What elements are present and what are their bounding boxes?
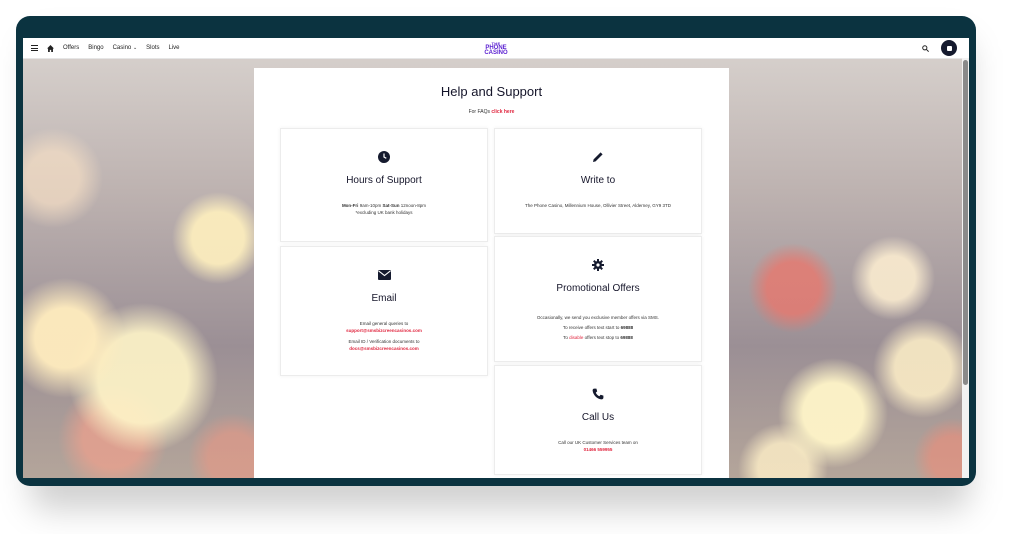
- faq-line: For FAQs click here: [254, 109, 729, 115]
- nav-item-offers[interactable]: Offers: [63, 45, 79, 51]
- card-body: The Phone Casino, Millennium House, Olli…: [525, 202, 671, 209]
- call-label: Call our UK Customer Services team on: [558, 440, 638, 445]
- hours-weekend-label: Sat-Sun: [382, 203, 400, 208]
- card-body: Email general queries to support@smsbizc…: [346, 320, 422, 352]
- card-email: Email Email general queries to support@s…: [280, 246, 488, 376]
- help-support-panel: Help and Support For FAQs click here Hou…: [254, 68, 729, 478]
- device-frame: Offers Bingo Casino ⌄ Slots Live THE PHO…: [16, 16, 976, 486]
- card-body: Occasionally, we send you exclusive memb…: [537, 314, 659, 341]
- promo-stop-text: offers text stop to: [584, 335, 620, 340]
- promo-start-text: To receive offers text start to: [562, 325, 620, 330]
- pencil-icon: [592, 151, 604, 163]
- logo-line3: CASINO: [484, 49, 508, 56]
- nav-right: [922, 38, 957, 58]
- card-hours-of-support: Hours of Support Mon-Fri 9am-10pm Sat-Su…: [280, 128, 488, 242]
- faq-link[interactable]: click here: [491, 109, 514, 115]
- hours-note: *excluding UK bank holidays: [355, 210, 413, 215]
- email-general-label: Email general queries to: [359, 321, 409, 326]
- search-icon[interactable]: [922, 44, 929, 52]
- promo-intro: Occasionally, we send you exclusive memb…: [536, 315, 660, 320]
- chevron-down-icon: ⌄: [132, 45, 138, 51]
- account-button[interactable]: [941, 40, 957, 56]
- nav-item-live[interactable]: Live: [169, 45, 180, 51]
- scrollbar[interactable]: [962, 58, 969, 478]
- card-title: Promotional Offers: [556, 283, 640, 294]
- card-body: Call our UK Customer Services team on 01…: [558, 439, 638, 453]
- hours-weekday-label: Mon-Fri: [341, 203, 359, 208]
- site-logo[interactable]: THE PHONE CASINO: [479, 39, 513, 57]
- card-write-to: Write to The Phone Casino, Millennium Ho…: [494, 128, 702, 234]
- faq-prefix: For FAQs: [468, 109, 490, 115]
- page-title: Help and Support: [440, 84, 543, 99]
- card-title: Call Us: [581, 412, 615, 423]
- email-docs-link[interactable]: docs@smsbizcreencasinos.com: [349, 346, 418, 351]
- promo-stop-prefix: To: [563, 335, 568, 340]
- email-docs-label: Email ID / Verification documents to: [348, 339, 420, 344]
- nav-left: Offers Bingo Casino ⌄ Slots Live: [31, 38, 180, 58]
- home-icon[interactable]: [47, 44, 54, 52]
- card-body: Mon-Fri 9am-10pm Sat-Sun 12noon-8pm *exc…: [342, 202, 426, 216]
- postal-address: The Phone Casino, Millennium House, Olli…: [525, 203, 671, 208]
- promo-disable-word: disable: [569, 335, 584, 340]
- phone-icon: [592, 388, 604, 400]
- promo-stop-number: 69888: [620, 335, 633, 340]
- card-title: Email: [371, 293, 397, 304]
- call-phone-link[interactable]: 01466 559955: [584, 447, 613, 452]
- hours-weekend-value: 12noon-8pm: [400, 203, 427, 208]
- gear-icon: [592, 259, 604, 271]
- nav-item-bingo[interactable]: Bingo: [88, 45, 103, 51]
- clock-icon: [378, 151, 390, 163]
- envelope-icon: [377, 269, 391, 281]
- card-call-us: Call Us Call our UK Customer Services te…: [494, 365, 702, 475]
- nav-item-casino-label: Casino: [112, 45, 132, 51]
- account-icon: [946, 45, 952, 51]
- email-support-link[interactable]: support@smsbizcreencasinos.com: [346, 328, 422, 333]
- card-promotional-offers: Promotional Offers Occasionally, we send…: [494, 236, 702, 362]
- browser-viewport: Offers Bingo Casino ⌄ Slots Live THE PHO…: [23, 38, 969, 478]
- nav-item-casino[interactable]: Casino ⌄: [113, 45, 138, 51]
- card-title: Hours of Support: [346, 175, 422, 186]
- top-navigation: Offers Bingo Casino ⌄ Slots Live THE PHO…: [23, 38, 969, 59]
- scrollbar-thumb[interactable]: [963, 60, 968, 385]
- nav-item-slots[interactable]: Slots: [146, 45, 159, 51]
- hours-weekday-value: 9am-10pm: [359, 203, 382, 208]
- promo-start-number: 69888: [620, 325, 634, 330]
- card-title: Write to: [580, 175, 616, 186]
- menu-icon[interactable]: [31, 45, 38, 51]
